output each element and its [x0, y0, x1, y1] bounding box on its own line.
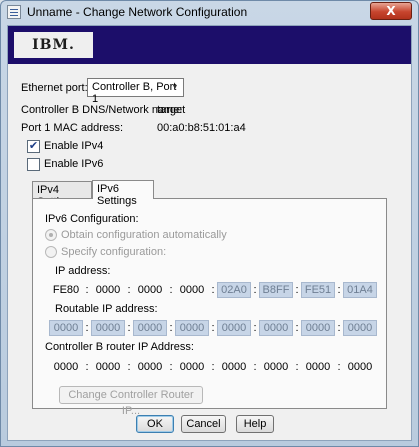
- field-separator: :: [211, 284, 215, 296]
- ip-field-3: 0000: [137, 284, 163, 296]
- change-router-ip-button[interactable]: Change Controller Router IP...: [59, 386, 203, 417]
- routable-field-7[interactable]: 0000: [301, 320, 335, 336]
- field-separator: :: [337, 322, 341, 334]
- routable-field-5[interactable]: 0000: [217, 320, 251, 336]
- tab-ipv6-settings[interactable]: IPv6 Settings: [92, 180, 154, 207]
- enable-ipv6-label: Enable IPv6: [44, 158, 104, 170]
- field-separator: :: [85, 322, 89, 334]
- field-separator: :: [127, 361, 131, 373]
- router-field-4: 0000: [179, 361, 205, 373]
- field-separator: :: [169, 284, 173, 296]
- enable-ipv4-label: Enable IPv4: [44, 140, 104, 152]
- mac-address-label: Port 1 MAC address:: [21, 122, 124, 134]
- ip-field-4: 0000: [179, 284, 205, 296]
- enable-ipv4-checkbox[interactable]: ✔: [27, 140, 40, 153]
- field-separator: :: [169, 322, 173, 334]
- field-separator: :: [85, 361, 89, 373]
- ibm-logo: IBM.: [14, 32, 93, 58]
- router-ip-label: Controller B router IP Address:: [45, 341, 194, 353]
- routable-field-4[interactable]: 0000: [175, 320, 209, 336]
- specify-configuration-label: Specify configuration:: [61, 246, 167, 258]
- routable-ip-label: Routable IP address:: [55, 303, 158, 315]
- ip-field-6[interactable]: B8FF: [259, 282, 293, 298]
- brand-banner: IBM.: [8, 26, 411, 64]
- ip-field-2: 0000: [95, 284, 121, 296]
- title-bar[interactable]: Unname - Change Network Configuration X: [1, 1, 418, 25]
- ip-field-1: FE80: [52, 284, 80, 296]
- field-separator: :: [295, 361, 299, 373]
- obtain-automatically-label: Obtain configuration automatically: [61, 229, 227, 241]
- field-separator: :: [169, 361, 173, 373]
- field-separator: :: [253, 322, 257, 334]
- field-separator: :: [295, 284, 299, 296]
- dialog-window: Unname - Change Network Configuration X …: [0, 0, 419, 447]
- dns-name-value: target: [157, 104, 186, 116]
- ipv6-settings-panel: IPv6 Configuration: Obtain configuration…: [32, 198, 387, 417]
- field-separator: :: [295, 322, 299, 334]
- router-field-3: 0000: [137, 361, 163, 373]
- field-separator: :: [127, 284, 131, 296]
- router-field-5: 0000: [221, 361, 247, 373]
- help-button[interactable]: Help: [236, 415, 274, 433]
- chevron-down-icon[interactable]: ▼: [169, 81, 181, 94]
- routable-field-6[interactable]: 0000: [259, 320, 293, 336]
- field-separator: :: [127, 322, 131, 334]
- tab-ipv4-settings[interactable]: IPv4 Settings: [32, 181, 92, 208]
- routable-field-8[interactable]: 0000: [343, 320, 377, 336]
- mac-address-value: 00:a0:b8:51:01:a4: [157, 122, 246, 134]
- specify-configuration-radio[interactable]: [45, 246, 57, 258]
- routable-field-1[interactable]: 0000: [49, 320, 83, 336]
- field-separator: :: [211, 361, 215, 373]
- field-separator: :: [85, 284, 89, 296]
- ethernet-port-select[interactable]: Controller B, Port 1 ▼: [87, 78, 184, 105]
- ip-address-label: IP address:: [55, 265, 111, 277]
- field-separator: :: [211, 322, 215, 334]
- obtain-automatically-radio[interactable]: [45, 229, 57, 241]
- routable-field-2[interactable]: 0000: [91, 320, 125, 336]
- cancel-button[interactable]: Cancel: [181, 415, 226, 433]
- router-field-7: 0000: [305, 361, 331, 373]
- window-title: Unname - Change Network Configuration: [27, 5, 248, 19]
- routable-field-3[interactable]: 0000: [133, 320, 167, 336]
- router-field-2: 0000: [95, 361, 121, 373]
- router-field-6: 0000: [263, 361, 289, 373]
- ip-field-7[interactable]: FE51: [301, 282, 335, 298]
- router-field-1: 0000: [53, 361, 79, 373]
- app-window-icon: [7, 5, 21, 19]
- field-separator: :: [253, 284, 257, 296]
- router-field-8: 0000: [347, 361, 373, 373]
- close-button[interactable]: X: [370, 2, 412, 20]
- enable-ipv6-checkbox[interactable]: [27, 158, 40, 171]
- field-separator: :: [337, 284, 341, 296]
- dialog-content: IBM. Ethernet port: Controller B, Port 1…: [7, 25, 412, 441]
- ok-button[interactable]: OK: [136, 415, 174, 433]
- field-separator: :: [337, 361, 341, 373]
- ethernet-port-label: Ethernet port:: [21, 82, 88, 94]
- field-separator: :: [253, 361, 257, 373]
- ip-field-5[interactable]: 02A0: [217, 282, 251, 298]
- ip-field-8[interactable]: 01A4: [343, 282, 377, 298]
- ipv6-config-heading: IPv6 Configuration:: [45, 213, 139, 225]
